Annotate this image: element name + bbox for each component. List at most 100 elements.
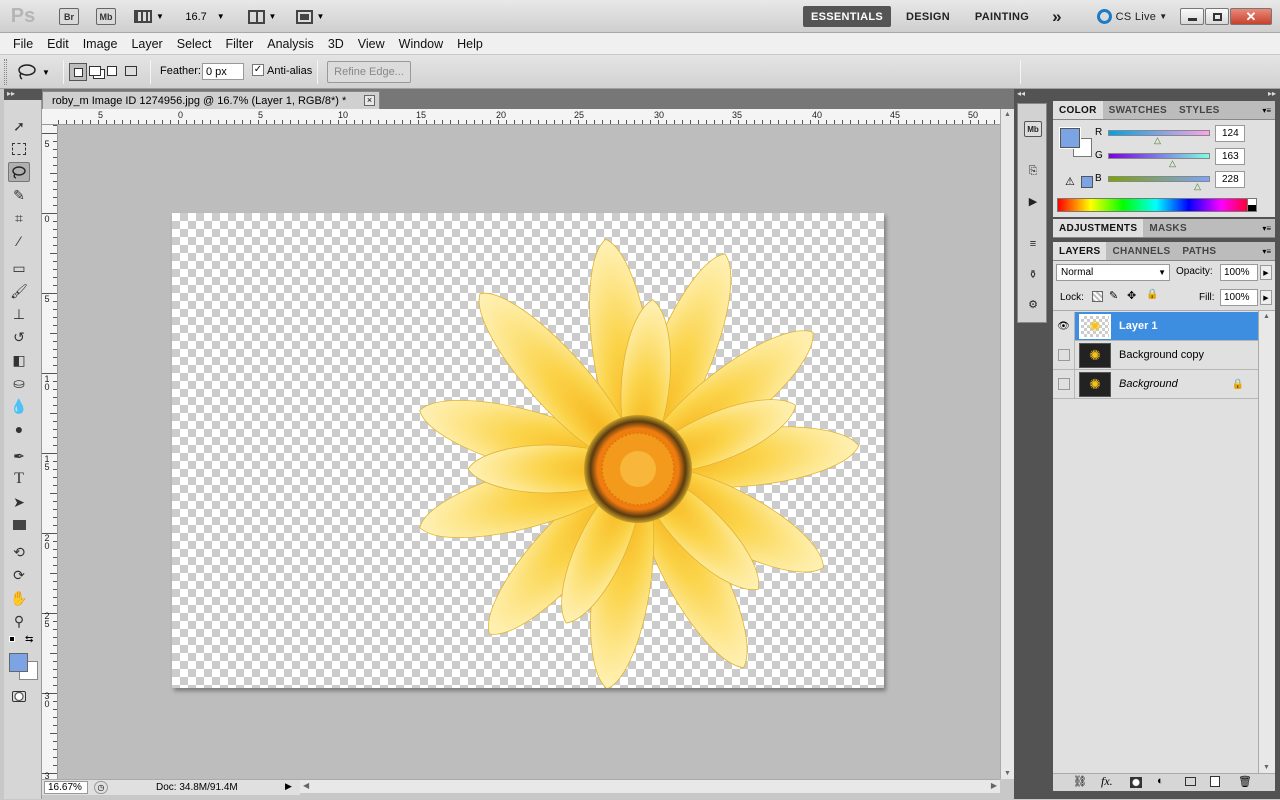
document-tab[interactable]: roby_m Image ID 1274956.jpg @ 16.7% (Lay… [42,91,380,109]
minimize-button[interactable] [1180,8,1204,25]
antialias-checkbox[interactable]: ✓ [252,64,264,76]
close-window-button[interactable]: ✕ [1230,8,1272,25]
feather-input[interactable] [202,63,244,80]
brush-presets-panel-button[interactable]: ≡ [1024,236,1042,252]
menu-image[interactable]: Image [76,37,125,51]
intersect-selection-button[interactable] [123,63,141,81]
gamut-warning-icon[interactable]: ⚠ [1065,175,1075,188]
menu-edit[interactable]: Edit [40,37,76,51]
spot-healing-tool[interactable]: ▭ [8,258,30,278]
eyedropper-tool[interactable]: ⁄ [8,231,30,251]
workspace-painting[interactable]: PAINTING [966,6,1038,27]
tab-channels[interactable]: CHANNELS [1106,242,1176,260]
marquee-tool[interactable] [8,139,30,159]
dodge-tool[interactable]: ● [8,419,30,439]
lock-all-icon[interactable]: 🔒 [1146,289,1158,300]
layer-row-background[interactable]: ✺ Background 🔒 [1053,369,1258,399]
rectangle-tool[interactable] [8,515,30,535]
zoom-level-field[interactable] [44,781,88,794]
menu-window[interactable]: Window [392,37,450,51]
default-colors-button[interactable] [9,636,17,644]
tab-layers[interactable]: LAYERS [1053,242,1107,260]
layers-scrollbar[interactable]: ▲ ▼ [1258,311,1275,773]
lock-position-move-icon[interactable]: ✥ [1127,289,1136,302]
close-document-button[interactable]: × [364,95,375,106]
quick-mask-button[interactable] [8,686,30,706]
foreground-color-swatch[interactable] [1059,127,1081,149]
zoom-level-menu[interactable]: 16.7 ▼ [180,7,230,26]
new-group-folder-icon[interactable] [1185,777,1196,786]
layer-name[interactable]: Background [1119,378,1178,390]
clone-stamp-tool[interactable]: ⊥ [8,304,30,324]
add-mask-icon[interactable] [1130,777,1142,788]
blue-value-field[interactable]: 228 [1215,171,1245,188]
more-workspaces-button[interactable]: » [1044,6,1070,27]
panel-menu-icon[interactable]: ▾≡ [1262,106,1271,115]
tab-color[interactable]: COLOR [1053,101,1103,119]
red-slider-thumb-icon[interactable]: △ [1154,135,1161,146]
workspace-design[interactable]: DESIGN [898,6,958,27]
history-panel-button[interactable]: ⎘ [1024,163,1042,179]
link-layers-icon[interactable]: ⛓ [1073,775,1087,788]
paint-bucket-tool[interactable]: ⛀ [8,373,30,393]
arrange-documents-menu[interactable]: ▼ [244,7,280,26]
add-to-selection-button[interactable] [87,63,105,81]
view-extras-menu[interactable]: ▼ [132,7,166,26]
lasso-tool[interactable] [8,162,30,182]
opacity-field[interactable]: 100% [1220,264,1258,281]
color-ramp[interactable] [1057,198,1255,212]
subtract-from-selection-button[interactable] [105,63,123,81]
options-bar-grip[interactable] [4,59,7,85]
history-brush-tool[interactable]: ↺ [8,327,30,347]
status-menu-arrow-icon[interactable]: ▶ [285,781,292,792]
eraser-tool[interactable]: ◧ [8,350,30,370]
new-selection-button[interactable] [69,63,87,81]
adjustment-layer-icon[interactable]: ◐ [1157,775,1164,787]
vertical-scrollbar[interactable]: ▲ ▼ [1000,109,1014,779]
actions-panel-button[interactable]: ▶ [1024,193,1042,209]
blue-slider-thumb-icon[interactable]: △ [1194,181,1201,192]
workspace-essentials[interactable]: ESSENTIALS [803,6,891,27]
menu-select[interactable]: Select [170,37,219,51]
zoom-tool[interactable]: ⚲ [8,611,30,631]
cs-live-menu[interactable]: CS Live ▼ [1093,6,1171,27]
menu-view[interactable]: View [351,37,392,51]
menu-file[interactable]: File [6,37,40,51]
new-layer-icon[interactable] [1210,776,1220,787]
menu-analysis[interactable]: Analysis [260,37,321,51]
fill-slider-arrow-icon[interactable]: ▶ [1260,290,1272,305]
menu-layer[interactable]: Layer [124,37,169,51]
document-canvas[interactable] [172,213,884,690]
tab-masks[interactable]: MASKS [1143,219,1193,237]
status-info-icon[interactable]: ◷ [94,781,108,794]
tools-panel-header[interactable]: ▸▸ [4,89,42,100]
swap-colors-button[interactable]: ⇆ [25,634,33,645]
panel-menu-icon[interactable]: ▾≡ [1262,224,1271,233]
lock-transparency-icon[interactable] [1092,291,1103,302]
green-slider-thumb-icon[interactable]: △ [1169,158,1176,169]
layer-style-fx-icon[interactable]: fx. [1101,774,1113,789]
green-value-field[interactable]: 163 [1215,148,1245,165]
menu-help[interactable]: Help [450,37,490,51]
3d-orbit-tool[interactable]: ⟳ [8,565,30,585]
layer-row-background-copy[interactable]: ✺ Background copy [1053,340,1258,370]
blur-tool[interactable]: 💧 [8,396,30,416]
menu-3d[interactable]: 3D [321,37,351,51]
fill-field[interactable]: 100% [1220,289,1258,306]
panel-menu-icon[interactable]: ▾≡ [1262,247,1271,256]
screen-mode-menu[interactable]: ▼ [292,7,328,26]
tab-paths[interactable]: PATHS [1176,242,1222,260]
horizontal-ruler[interactable]: 5 0 5 10 15 20 25 30 35 40 45 50 [42,109,1000,125]
mini-bridge-panel-button[interactable]: Mb [1024,121,1042,137]
delete-layer-trash-icon[interactable]: 🗑 [1238,775,1252,788]
lock-pixels-brush-icon[interactable]: ✎ [1109,289,1118,302]
foreground-color-swatch[interactable] [9,653,28,672]
pen-tool[interactable]: ✒ [8,446,30,466]
tab-styles[interactable]: STYLES [1173,101,1226,119]
brush-tool[interactable]: 🖌 [8,281,30,301]
hand-tool[interactable]: ✋ [8,588,30,608]
crop-tool[interactable]: ⌗ [8,208,30,228]
layer-visibility-toggle[interactable] [1053,369,1075,399]
tab-swatches[interactable]: SWATCHES [1103,101,1173,119]
layer-row-layer-1[interactable]: 👁 ✺ Layer 1 [1053,311,1258,341]
